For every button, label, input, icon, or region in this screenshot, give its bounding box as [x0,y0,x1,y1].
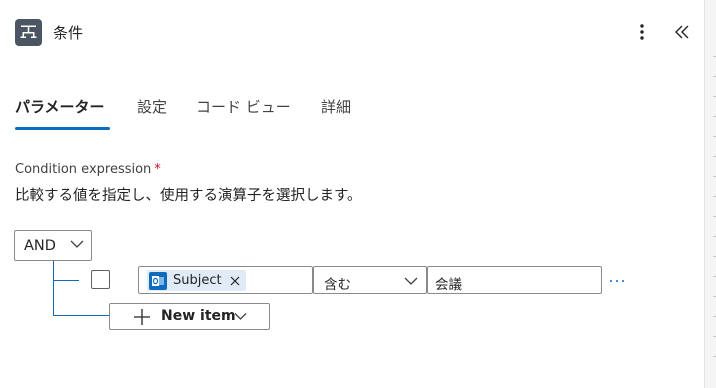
more-horizontal-icon[interactable] [609,278,625,284]
group-operator-value: AND [24,238,56,254]
new-item-label: New item [161,308,236,324]
more-vertical-icon[interactable] [634,22,650,42]
group-operator-select[interactable]: AND [14,230,92,261]
chevron-down-icon [234,313,247,320]
right-operand-input[interactable]: 会議 [427,266,602,294]
tab-details[interactable]: 詳細 [321,96,351,117]
row-checkbox[interactable] [91,270,110,289]
tab-parameters[interactable]: パラメーター [15,96,105,117]
panel-title: 条件 [53,24,84,42]
condition-description: 比較する値を指定し、使用する演算子を選択します。 [15,188,362,204]
operator-value: 含む [324,277,351,293]
right-operand-value: 会議 [435,277,462,293]
tree-connector-vertical [53,261,54,316]
active-tab-indicator [15,127,110,130]
condition-expression-text: Condition expression [15,162,152,177]
outlook-icon [149,271,167,290]
dynamic-content-token: Subject [147,270,246,291]
condition-glyph [20,25,37,38]
token-label: Subject [173,273,222,288]
outlook-glyph [152,275,164,286]
new-item-button[interactable]: New item [109,303,270,330]
tree-connector-new-item [53,315,109,316]
left-operand-input[interactable]: Subject [138,266,313,294]
canvas-edge [704,0,716,388]
tree-connector-row [53,280,79,281]
chevron-down-icon [404,277,418,285]
tab-code-view[interactable]: コード ビュー [196,96,291,117]
plus-icon [134,309,150,325]
remove-token-icon[interactable] [230,276,240,286]
chevron-down-icon [70,240,84,248]
condition-icon [15,19,42,46]
condition-expression-label: Condition expression * [15,162,161,177]
condition-panel: 条件 パラメーター 設定 コード ビュー 詳細 Condition expres… [0,0,704,388]
tab-settings[interactable]: 設定 [137,96,167,117]
chevron-double-left-icon[interactable] [672,22,692,42]
required-mark: * [154,162,161,177]
operator-select[interactable]: 含む [313,266,427,294]
